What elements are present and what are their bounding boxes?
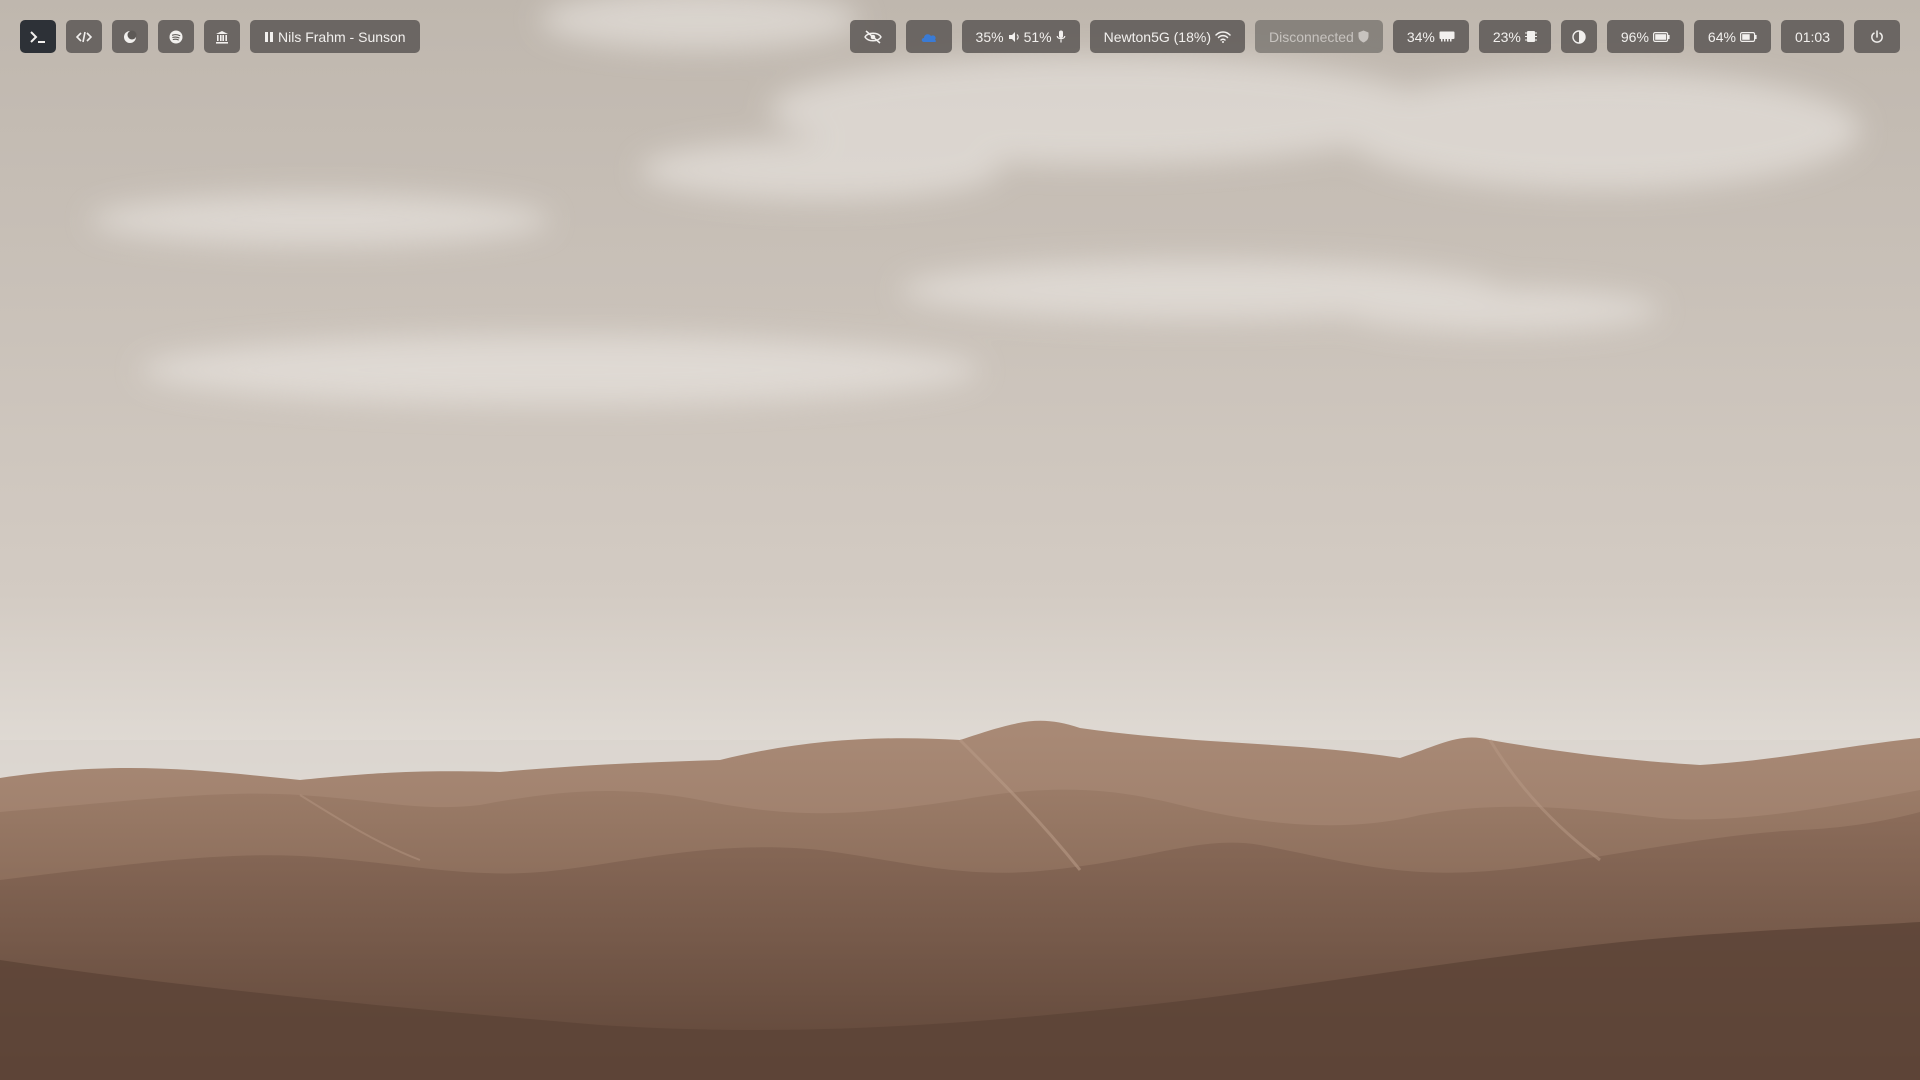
cpu-usage[interactable]: 23% bbox=[1478, 20, 1551, 53]
eye-off-icon bbox=[863, 29, 882, 44]
clock-label: 01:03 bbox=[1794, 28, 1830, 45]
battery-status[interactable]: 64% bbox=[1693, 20, 1771, 53]
cpu-label: 23% bbox=[1492, 28, 1521, 45]
bank-icon bbox=[215, 30, 229, 44]
microphone-icon bbox=[1056, 30, 1066, 43]
keyboard-battery-label: 96% bbox=[1620, 28, 1649, 45]
keyboard-battery[interactable]: 96% bbox=[1606, 20, 1684, 53]
battery-icon bbox=[1652, 31, 1670, 42]
code-icon bbox=[76, 31, 92, 43]
bar-right: 35% 51% Newton5G (18%) Disconnected 34% … bbox=[849, 20, 1900, 53]
workspace-bank[interactable] bbox=[204, 20, 240, 53]
volume-level: 35% bbox=[975, 28, 1004, 45]
audio-control[interactable]: 35% 51% bbox=[961, 20, 1080, 53]
mic-level: 51% bbox=[1023, 28, 1052, 45]
weather-button[interactable] bbox=[905, 20, 952, 53]
media-track-label: Nils Frahm - Sunson bbox=[278, 28, 406, 45]
bar-left: Nils Frahm - Sunson bbox=[20, 20, 430, 53]
desert-wallpaper bbox=[0, 0, 1920, 1080]
network-label: Newton5G (18%) bbox=[1103, 28, 1211, 45]
workspace-moon[interactable] bbox=[112, 20, 148, 53]
spotify-icon bbox=[169, 30, 183, 44]
battery-icon bbox=[1739, 31, 1757, 42]
cpu-icon bbox=[1524, 30, 1537, 43]
vpn-status[interactable]: Disconnected bbox=[1255, 20, 1383, 53]
vpn-label: Disconnected bbox=[1269, 28, 1354, 45]
media-player[interactable]: Nils Frahm - Sunson bbox=[250, 20, 420, 53]
battery-label: 64% bbox=[1707, 28, 1736, 45]
workspace-code[interactable] bbox=[66, 20, 102, 53]
shield-icon bbox=[1358, 30, 1369, 43]
memory-icon bbox=[1439, 31, 1455, 42]
clock[interactable]: 01:03 bbox=[1780, 20, 1844, 53]
workspace-spotify[interactable] bbox=[158, 20, 194, 53]
network-status[interactable]: Newton5G (18%) bbox=[1089, 20, 1245, 53]
power-button[interactable] bbox=[1854, 20, 1900, 53]
workspace-terminal[interactable] bbox=[20, 20, 56, 53]
theme-toggle[interactable] bbox=[1560, 20, 1597, 53]
power-icon bbox=[1870, 29, 1884, 44]
contrast-icon bbox=[1572, 29, 1586, 44]
cloud-icon bbox=[920, 31, 938, 43]
memory-label: 34% bbox=[1406, 28, 1435, 45]
terminal-icon bbox=[30, 30, 46, 44]
memory-usage[interactable]: 34% bbox=[1392, 20, 1469, 53]
wifi-icon bbox=[1215, 30, 1231, 43]
speaker-icon bbox=[1008, 31, 1020, 43]
pause-icon bbox=[264, 31, 274, 43]
moon-icon bbox=[123, 30, 137, 44]
privacy-indicator[interactable] bbox=[849, 20, 896, 53]
